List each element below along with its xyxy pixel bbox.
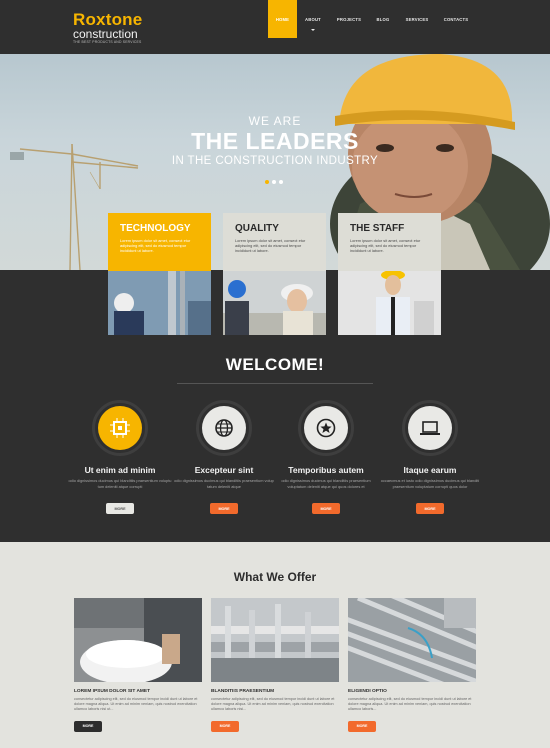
laptop-icon	[408, 406, 452, 450]
offer-card-title: ELIGENDI OPTIO	[348, 689, 387, 694]
offer-card-title: BLANDITIIS PRAESENTIUM	[211, 689, 275, 694]
feature-item: Excepteur sint odio dignissimos ducimus …	[172, 400, 276, 514]
feature-item: Itaque earum occaecmus et iusto odio dig…	[378, 400, 482, 514]
more-button[interactable]: MORE	[74, 720, 102, 732]
feature-text: odio dignissimos ducimus qui blanditiis …	[68, 478, 172, 489]
more-button[interactable]: MORE	[210, 503, 238, 514]
feature-item: Temporibus autem odio dignissimos ducimu…	[274, 400, 378, 514]
offer-section: What We Offer LOREM IPSUM DOLOR SIT AMET…	[0, 542, 550, 748]
card-the-staff[interactable]: THE STAFF Lorem ipsum dolor sit amet, co…	[338, 213, 441, 335]
slider-dot[interactable]	[265, 180, 269, 184]
feature-icon-ring	[92, 400, 148, 456]
slider-dot[interactable]	[272, 180, 276, 184]
feature-text: odio dignissimos ducimus qui blanditiis …	[281, 478, 371, 489]
card-title: TECHNOLOGY	[120, 223, 191, 234]
feature-text: occaecmus et iusto odio dignissimos duci…	[380, 478, 480, 489]
main-nav: HOME ABOUT PROJECTS BLOG SERVICES CONTAC…	[268, 0, 475, 38]
offer-card-title: LOREM IPSUM DOLOR SIT AMET	[74, 689, 151, 694]
offer-card-text: consectetur adipiscing elit, sed do eius…	[211, 697, 335, 712]
more-button[interactable]: MORE	[312, 503, 340, 514]
card-header: THE STAFF Lorem ipsum dolor sit amet, co…	[338, 213, 441, 271]
card-title: THE STAFF	[350, 223, 405, 234]
feature-title: Ut enim ad minim	[84, 465, 156, 475]
feature-title: Itaque earum	[403, 465, 457, 475]
chevron-down-icon	[311, 29, 315, 31]
feature-icon-ring	[402, 400, 458, 456]
globe-icon	[202, 406, 246, 450]
feature-icon-ring	[196, 400, 252, 456]
star-icon	[304, 406, 348, 450]
site-header: Roxtone construction THE BEST PRODUCTS A…	[0, 0, 550, 54]
more-button[interactable]: MORE	[416, 503, 444, 514]
feature-title: Temporibus autem	[288, 465, 364, 475]
nav-about[interactable]: ABOUT	[297, 0, 329, 38]
card-header: QUALITY Lorem ipsum dolor sit amet, cons…	[223, 213, 326, 271]
more-button[interactable]: MORE	[106, 503, 134, 514]
nav-services[interactable]: SERVICES	[397, 0, 437, 38]
feature-title: Excepteur sint	[194, 465, 254, 475]
chip-icon	[98, 406, 142, 450]
offer-card-text: consectetur adipiscing elit, sed do eius…	[74, 697, 198, 712]
card-image	[223, 271, 326, 335]
card-text: Lorem ipsum dolor sit amet, consect etur…	[235, 238, 306, 253]
card-technology[interactable]: TECHNOLOGY Lorem ipsum dolor sit amet, c…	[108, 213, 211, 335]
offer-image[interactable]	[211, 598, 339, 682]
offer-image[interactable]	[74, 598, 202, 682]
offer-card-text: consectetur adipiscing elit, sed do eius…	[348, 697, 472, 712]
nav-contacts[interactable]: CONTACTS	[437, 0, 475, 38]
hero-line-1: WE ARE	[248, 114, 302, 128]
offer-card: ELIGENDI OPTIO consectetur adipiscing el…	[348, 598, 476, 732]
more-button[interactable]: MORE	[211, 720, 239, 732]
slider-dot[interactable]	[279, 180, 283, 184]
offer-title: What We Offer	[233, 570, 317, 584]
card-header: TECHNOLOGY Lorem ipsum dolor sit amet, c…	[108, 213, 211, 271]
feature-item: Ut enim ad minim odio dignissimos ducimu…	[68, 400, 172, 514]
page: Roxtone construction THE BEST PRODUCTS A…	[0, 0, 550, 748]
divider	[177, 383, 373, 384]
card-image	[108, 271, 211, 335]
more-button[interactable]: MORE	[348, 720, 376, 732]
feature-text: odio dignissimos ducimus qui blanditiis …	[174, 478, 274, 489]
slider-dots	[265, 180, 283, 184]
card-text: Lorem ipsum dolor sit amet, consect etur…	[350, 238, 421, 253]
offer-image[interactable]	[348, 598, 476, 682]
welcome-title: WELCOME!	[225, 355, 325, 374]
nav-blog[interactable]: BLOG	[369, 0, 397, 38]
nav-about-label: ABOUT	[305, 16, 321, 22]
logo-subtitle[interactable]: construction	[73, 27, 138, 41]
card-title: QUALITY	[235, 223, 279, 234]
offer-card: BLANDITIIS PRAESENTIUM consectetur adipi…	[211, 598, 339, 732]
card-image	[338, 271, 441, 335]
offer-card: LOREM IPSUM DOLOR SIT AMET consectetur a…	[74, 598, 202, 732]
nav-home[interactable]: HOME	[268, 0, 297, 38]
logo-tagline: THE BEST PRODUCTS AND SERVICES	[73, 40, 142, 44]
feature-icon-ring	[298, 400, 354, 456]
nav-projects[interactable]: PROJECTS	[329, 0, 369, 38]
card-text: Lorem ipsum dolor sit amet, consect etur…	[120, 238, 191, 253]
hero-headline: THE LEADERS	[191, 128, 359, 154]
card-quality[interactable]: QUALITY Lorem ipsum dolor sit amet, cons…	[223, 213, 326, 335]
hero-line-3: IN THE CONSTRUCTION INDUSTRY	[171, 155, 379, 167]
